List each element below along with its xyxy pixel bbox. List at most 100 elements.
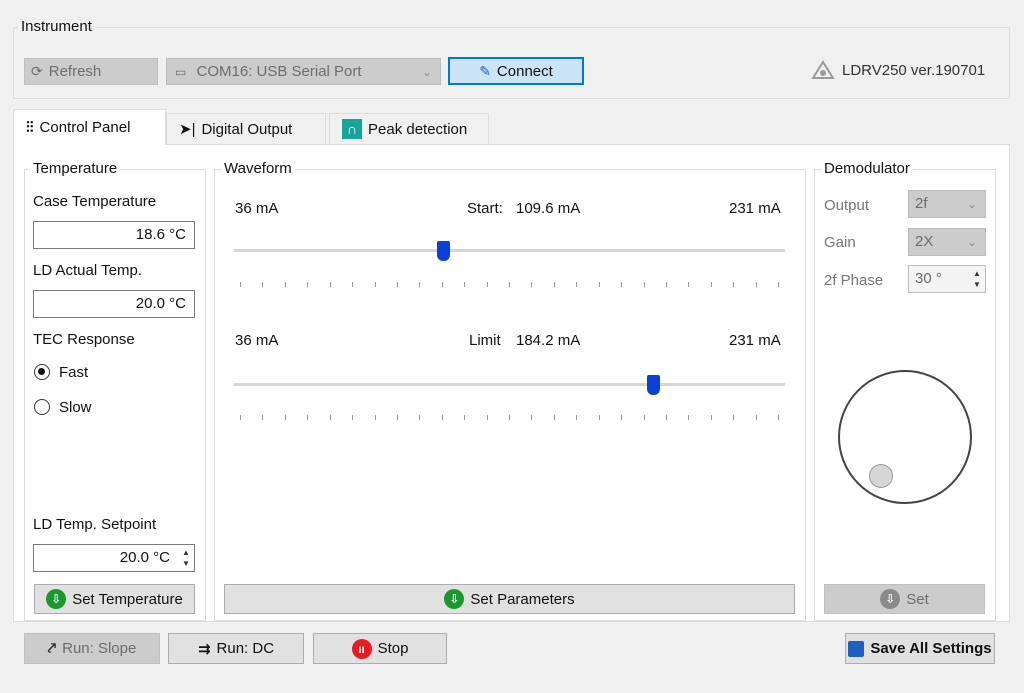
device-logo-icon [811,60,835,80]
slider-tick [374,282,376,287]
run-slope-label: Run: Slope [62,640,137,657]
slider-tick [441,415,443,420]
dc-arrow-icon: ⇉ [197,640,211,658]
slider-tick [352,415,354,420]
start-min-label: 36 mA [235,200,279,217]
tab-label: Digital Output [201,120,293,138]
limit-min-label: 36 mA [235,332,279,349]
start-slider-thumb[interactable] [437,241,451,261]
tab-peak-detection[interactable]: ∩ Peak detection [329,113,489,144]
case-temperature-label: Case Temperature [33,193,157,210]
tab-label: Control Panel [39,119,131,136]
tec-response-label: TEC Response [33,331,135,348]
slider-tick [778,415,779,420]
slider-tick [509,282,510,287]
slope-icon: ⤤ [47,640,57,657]
slider-tick [396,282,398,287]
temperature-group-title: Temperature [30,160,121,177]
gain-label: Gain [824,234,856,251]
stepper-arrows[interactable]: ▲ ▼ [180,547,192,569]
waveform-group [214,169,806,621]
slider-tick [486,282,488,287]
start-slider-track[interactable] [234,249,785,252]
slider-tick [531,282,533,287]
tec-slow-radio[interactable] [34,399,50,415]
slider-tick [778,282,779,287]
slider-tick [688,415,690,420]
case-temperature-field: 18.6 °C [33,221,195,249]
slider-tick [598,282,600,287]
slider-tick [733,282,735,287]
chevron-down-icon: ⌄ [966,235,977,249]
save-icon [848,640,865,657]
slider-tick [621,415,623,420]
run-slope-button[interactable]: ⤤ Run: Slope [24,633,160,664]
start-slider-ticks [240,282,779,288]
demodulator-set-button[interactable]: ⇩ Set [824,584,985,614]
tec-fast-label: Fast [59,364,89,381]
slider-tick [307,282,309,287]
phase-stepper[interactable]: 30 ° ▲ ▼ [908,265,986,293]
gain-select[interactable]: 2X ⌄ [908,228,986,256]
slider-tick [688,282,690,287]
output-select[interactable]: 2f ⌄ [908,190,986,218]
limit-slider-thumb[interactable] [646,375,660,395]
sliders-icon: ⫶⫶ [26,119,34,136]
refresh-button[interactable]: ⟳ Refresh [24,58,158,85]
slider-tick [531,415,533,420]
slider-tick [419,415,421,420]
stepper-down-icon[interactable]: ▼ [180,558,192,569]
chevron-down-icon: ⌄ [421,65,432,79]
save-all-settings-button[interactable]: Save All Settings [845,633,995,664]
slider-tick [665,415,667,420]
stepper-up-icon[interactable]: ▲ [971,268,983,279]
slider-tick [598,415,600,420]
slider-tick [710,282,712,287]
gain-value: 2X [915,233,934,250]
tec-slow-label: Slow [59,399,92,416]
slider-tick [576,415,578,420]
ld-temp-setpoint-stepper[interactable]: 20.0 °C ▲ ▼ [33,544,195,572]
slider-tick [419,282,421,287]
waveform-group-title: Waveform [221,160,295,177]
slider-tick [307,415,309,420]
slider-tick [665,282,667,287]
start-label: Start: [467,200,503,217]
limit-label: Limit [469,332,501,349]
phase-knob[interactable] [838,370,972,504]
slider-tick [755,415,757,420]
phase-value: 30 ° [915,270,942,287]
slider-tick [733,415,735,420]
slider-tick [464,282,466,287]
slider-tick [755,282,757,287]
start-max-label: 231 mA [729,200,781,217]
slider-tick [284,282,286,287]
slider-tick [710,415,712,420]
ld-actual-temp-field: 20.0 °C [33,290,195,318]
connect-button[interactable]: ✎ Connect [448,57,584,85]
stepper-down-icon[interactable]: ▼ [971,279,983,290]
phase-knob-handle[interactable] [869,464,893,488]
limit-slider-track[interactable] [234,383,785,386]
refresh-label: Refresh [48,63,102,80]
connect-label: Connect [496,62,553,80]
slider-tick [621,282,623,287]
limit-slider-ticks [240,415,779,421]
stop-button[interactable]: ıı Stop [313,633,447,664]
tec-fast-radio[interactable] [34,364,50,380]
stepper-up-icon[interactable]: ▲ [180,547,192,558]
start-value: 109.6 mA [516,200,581,217]
tab-control-panel[interactable]: ⫶⫶ Control Panel [13,109,166,145]
down-arrow-icon: ⇩ [46,589,67,609]
tab-digital-output[interactable]: ➤| Digital Output [166,113,326,144]
diode-icon: ➤| [179,121,196,138]
set-parameters-button[interactable]: ⇩ Set Parameters [224,584,795,614]
slider-tick [396,415,398,420]
port-select[interactable]: ▭ COM16: USB Serial Port ⌄ [166,58,441,85]
slider-tick [441,282,443,287]
stepper-arrows[interactable]: ▲ ▼ [971,268,983,290]
slider-tick [329,415,331,420]
down-arrow-icon: ⇩ [444,589,465,609]
run-dc-button[interactable]: ⇉ Run: DC [168,633,304,664]
set-temperature-button[interactable]: ⇩ Set Temperature [34,584,195,614]
